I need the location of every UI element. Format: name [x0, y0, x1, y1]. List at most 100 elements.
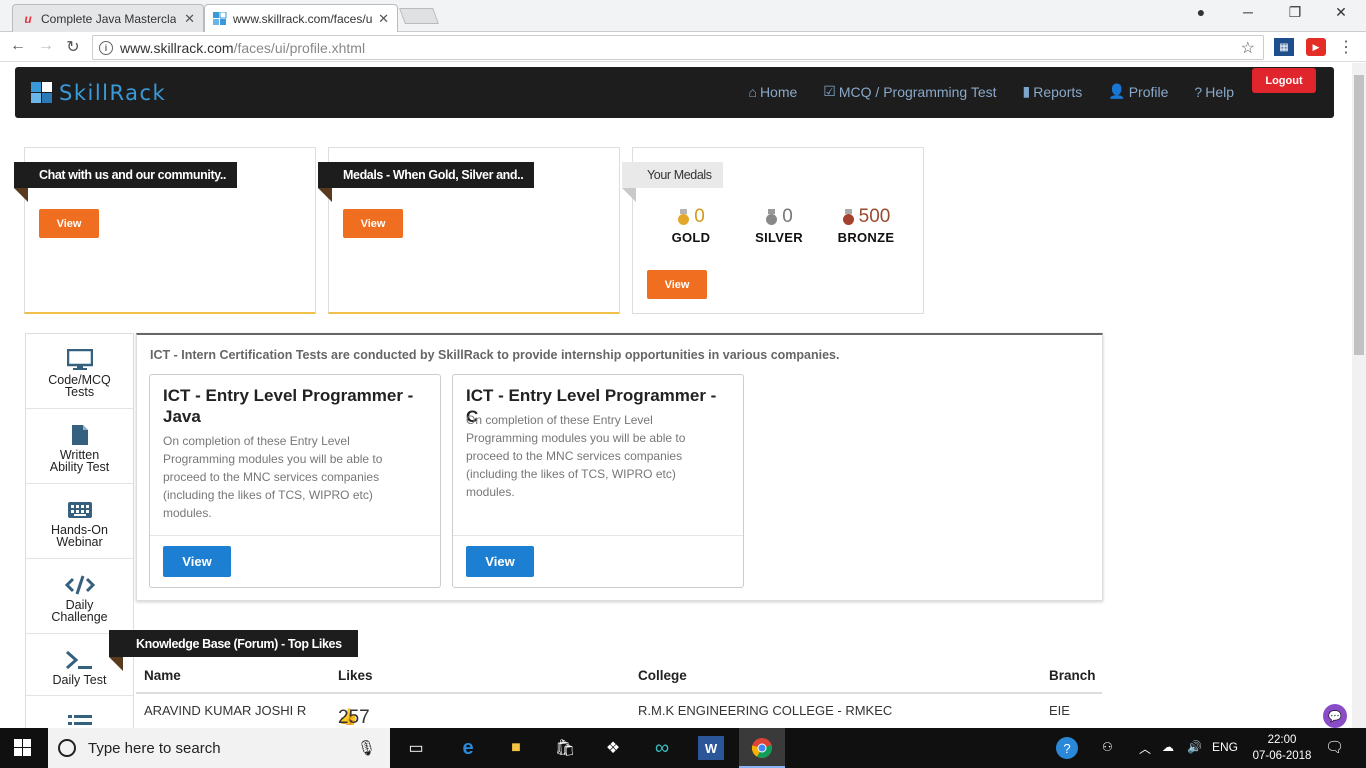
- reload-icon[interactable]: ↻: [63, 37, 83, 57]
- nav-mcq-programming[interactable]: ☑ MCQ / Programming Test: [823, 83, 996, 100]
- edge-icon[interactable]: e: [455, 736, 481, 760]
- nav-reports[interactable]: ▮ Reports: [1023, 83, 1083, 100]
- ict-java-card: ICT - Entry Level Programmer - Java On c…: [149, 374, 441, 588]
- gold-medal-icon: [677, 208, 690, 226]
- windows-start-icon[interactable]: [14, 739, 32, 757]
- ict-c-view-button[interactable]: View: [466, 546, 534, 577]
- chat-view-button[interactable]: View: [39, 209, 99, 238]
- language-indicator[interactable]: ENG: [1212, 740, 1238, 754]
- sidebar-item-daily-challenge[interactable]: Daily Challenge: [26, 559, 133, 634]
- page-scrollbar[interactable]: [1352, 63, 1366, 728]
- help-tray-icon[interactable]: ?: [1056, 737, 1078, 759]
- browser-tab-udemy[interactable]: u Complete Java Mastercla ✕: [12, 4, 204, 32]
- chrome-taskbar-button[interactable]: [739, 728, 785, 768]
- user-icon: 👤: [1108, 83, 1126, 99]
- arduino-icon[interactable]: ∞: [649, 736, 675, 760]
- file-explorer-icon[interactable]: ■: [503, 736, 529, 760]
- your-medals-ribbon: Your Medals: [622, 162, 723, 202]
- silver-medal-icon: [765, 208, 778, 226]
- ict-c-card: ICT - Entry Level Programmer - C On comp…: [452, 374, 744, 588]
- card-divider: [150, 535, 440, 536]
- row-branch: EIE: [1049, 703, 1070, 718]
- cortana-icon: [58, 739, 76, 757]
- minimize-icon[interactable]: ─: [1238, 4, 1258, 20]
- chrome-icon: [749, 736, 775, 760]
- page-content: SkillRack ⌂ Home ☑ MCQ / Programming Test …: [0, 63, 1352, 728]
- list-icon: [26, 709, 133, 728]
- site-navbar: SkillRack ⌂ Home ☑ MCQ / Programming Test …: [15, 67, 1334, 118]
- taskbar-search-box[interactable]: Type here to search 🎙: [48, 728, 390, 768]
- scrollbar-thumb[interactable]: [1354, 75, 1364, 355]
- card-divider: [453, 535, 743, 536]
- task-view-icon[interactable]: ▭: [403, 736, 429, 760]
- silver-medal: 0 SILVER: [755, 206, 803, 245]
- nav-help[interactable]: ? Help: [1194, 83, 1234, 100]
- youtube-extension-icon[interactable]: ▶: [1306, 38, 1326, 56]
- table-row[interactable]: ARAVIND KUMAR JOSHI R 👍 257 R.M.K ENGINEE…: [136, 696, 1102, 728]
- row-name: ARAVIND KUMAR JOSHI R: [144, 703, 307, 718]
- chat-bubble-icon[interactable]: 💬: [1323, 704, 1347, 728]
- medals-info-ribbon: Medals - When Gold, Silver and..: [318, 162, 535, 202]
- forward-arrow-icon[interactable]: →: [36, 37, 56, 55]
- onedrive-icon[interactable]: ☁: [1162, 740, 1174, 754]
- close-tab-icon[interactable]: ✕: [178, 11, 195, 27]
- nav-links: ⌂ Home ☑ MCQ / Programming Test ▮ Reports 👤…: [748, 83, 1234, 100]
- word-icon[interactable]: W: [698, 736, 724, 760]
- sidebar-item-list[interactable]: [26, 697, 133, 728]
- ict-intro-text: ICT - Intern Certification Tests are con…: [150, 348, 840, 362]
- windows-taskbar: Type here to search 🎙 ▭ e ■ 🛍 ❖ ∞ W ? ⚇ …: [0, 728, 1366, 768]
- taskbar-clock[interactable]: 22:00 07-06-2018: [1252, 732, 1312, 764]
- medals-info-view-button[interactable]: View: [343, 209, 403, 238]
- bookmark-star-icon[interactable]: ☆: [1241, 38, 1255, 58]
- logout-button[interactable]: Logout: [1252, 68, 1316, 93]
- address-bar[interactable]: i www.skillrack.com/faces/ui/profile.xht…: [92, 35, 1264, 60]
- url-host: www.skillrack.com: [120, 39, 234, 56]
- nav-profile[interactable]: 👤 Profile: [1108, 83, 1168, 100]
- code-icon: [26, 571, 133, 599]
- store-icon[interactable]: 🛍: [552, 736, 578, 760]
- ict-java-description: On completion of these Entry Level Progr…: [163, 434, 383, 520]
- new-tab-button[interactable]: [399, 8, 439, 24]
- close-window-icon[interactable]: ✕: [1331, 4, 1351, 21]
- clapper-extension-icon[interactable]: ▦: [1274, 38, 1294, 56]
- close-tab-icon[interactable]: ✕: [372, 11, 389, 27]
- site-info-icon[interactable]: i: [99, 40, 113, 55]
- row-college: R.M.K ENGINEERING COLLEGE - RMKEC: [638, 703, 893, 718]
- keyboard-icon: [26, 496, 133, 524]
- ict-panel: ICT - Intern Certification Tests are con…: [136, 333, 1103, 601]
- microphone-icon[interactable]: 🎙: [357, 739, 376, 757]
- sidebar-item-hands-on-webinar[interactable]: Hands-On Webinar: [26, 484, 133, 559]
- logo-mark-icon: [31, 82, 53, 104]
- bronze-medal: 500 BRONZE: [837, 206, 895, 245]
- chat-community-ribbon: Chat with us and our community..: [14, 162, 237, 202]
- sidebar-item-written-ability-test[interactable]: Written Ability Test: [26, 409, 133, 484]
- your-medals-card: Your Medals 0 GOLD 0 SILVER 500 BRONZE V…: [622, 147, 924, 314]
- column-header-branch: Branch: [1049, 668, 1096, 683]
- skillrack-logo[interactable]: SkillRack: [31, 81, 166, 105]
- your-medals-view-button[interactable]: View: [647, 270, 707, 299]
- knowledge-base-table-header: Name Likes College Branch: [136, 661, 1102, 694]
- nav-home[interactable]: ⌂ Home: [748, 83, 797, 100]
- profile-icon[interactable]: ●: [1191, 4, 1211, 20]
- document-icon: [26, 421, 133, 449]
- ict-c-description: On completion of these Entry Level Progr…: [466, 413, 686, 499]
- skillrack-favicon-icon: [213, 11, 227, 26]
- restore-icon[interactable]: ❐: [1285, 4, 1305, 21]
- gold-medal: 0 GOLD: [671, 206, 711, 245]
- column-header-college: College: [638, 668, 687, 683]
- menu-icon[interactable]: ⋮: [1336, 38, 1356, 56]
- browser-tab-bar: u Complete Java Mastercla ✕ www.skillrac…: [0, 0, 1366, 32]
- people-icon[interactable]: ⚇: [1102, 740, 1113, 754]
- dropbox-icon[interactable]: ❖: [600, 736, 626, 760]
- sidebar-item-code-mcq-tests[interactable]: Code/MCQ Tests: [26, 334, 133, 409]
- ict-java-title: ICT - Entry Level Programmer - Java: [163, 386, 414, 426]
- tray-chevron-icon[interactable]: ︿: [1139, 740, 1151, 757]
- back-arrow-icon[interactable]: ←: [8, 37, 28, 55]
- action-center-icon[interactable]: 🗨: [1325, 738, 1344, 756]
- browser-tab-skillrack[interactable]: www.skillrack.com/faces/u ✕: [204, 4, 398, 32]
- volume-icon[interactable]: 🔊: [1187, 740, 1202, 754]
- ict-java-view-button[interactable]: View: [163, 546, 231, 577]
- home-icon: ⌂: [748, 83, 757, 100]
- url-path: /faces/ui/profile.xhtml: [233, 39, 366, 56]
- browser-toolbar: ← → ↻ i www.skillrack.com/faces/ui/profi…: [0, 32, 1366, 62]
